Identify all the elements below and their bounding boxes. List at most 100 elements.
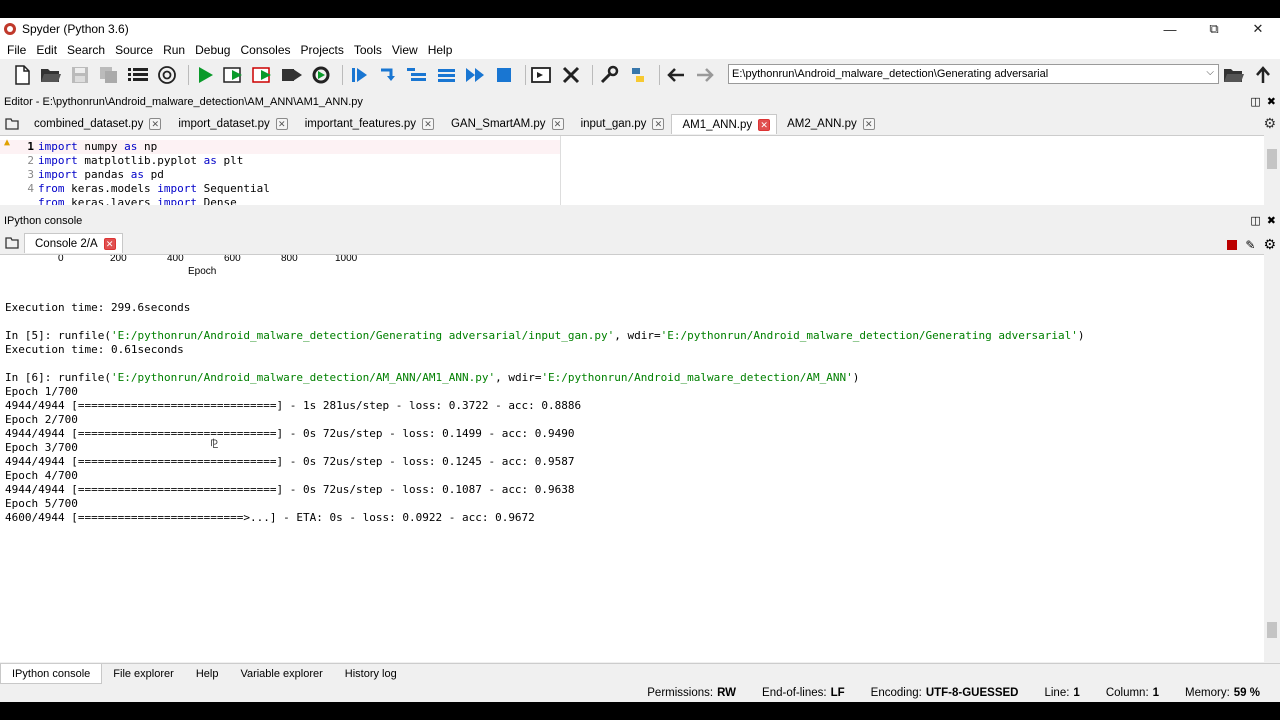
code-line[interactable]: 3 import pandas as pd <box>0 168 164 182</box>
editor-options-gear-icon[interactable]: ⚙ <box>1263 115 1276 132</box>
maximize-pane-icon[interactable] <box>530 64 554 86</box>
tab-console-2a[interactable]: Console 2/A ✕ <box>24 233 123 253</box>
close-pane-icon[interactable]: ✖ <box>1267 95 1276 108</box>
continue-icon[interactable] <box>463 64 487 86</box>
menu-view[interactable]: View <box>387 43 423 57</box>
menu-source[interactable]: Source <box>110 43 158 57</box>
status-memory: Memory: 59 % <box>1185 687 1260 699</box>
undock-icon[interactable]: ◫ <box>1250 95 1260 108</box>
editor-split-line <box>560 136 561 205</box>
close-tab-icon[interactable]: ✕ <box>758 118 771 131</box>
console-line: 4944/4944 [=============================… <box>5 399 582 412</box>
tab-variable-explorer[interactable]: Variable explorer <box>229 664 333 684</box>
run-cell-icon[interactable] <box>222 64 246 86</box>
run-selection-icon[interactable] <box>280 64 304 86</box>
maximize-button[interactable]: ⧉ <box>1192 18 1236 40</box>
console-scrollbar[interactable] <box>1264 254 1280 662</box>
menu-file[interactable]: File <box>2 43 31 57</box>
menu-search[interactable]: Search <box>62 43 110 57</box>
undock-icon[interactable]: ◫ <box>1250 214 1260 227</box>
stop-kernel-button[interactable] <box>1227 239 1238 250</box>
step-return-icon[interactable] <box>434 64 458 86</box>
stop-debug-icon[interactable] <box>492 64 516 86</box>
parent-directory-icon[interactable] <box>1251 64 1275 86</box>
axis-tick: 1000 <box>335 254 358 264</box>
tab-important-features[interactable]: important_features.py ✕ <box>295 114 441 134</box>
close-tab-icon[interactable]: ✕ <box>551 118 564 130</box>
menu-run[interactable]: Run <box>158 43 190 57</box>
save-all-icon[interactable] <box>97 64 121 86</box>
browse-tabs-icon[interactable] <box>0 114 24 134</box>
tab-file-explorer[interactable]: File explorer <box>102 664 185 684</box>
python-path-icon[interactable] <box>626 64 650 86</box>
console-line: Execution time: 299.6seconds <box>5 301 191 314</box>
debug-icon[interactable] <box>347 64 371 86</box>
editor-scrollbar[interactable] <box>1264 135 1280 205</box>
run-cell-advance-icon[interactable] <box>251 64 275 86</box>
minimize-button[interactable]: — <box>1148 18 1192 40</box>
close-tab-icon[interactable]: ✕ <box>149 118 162 130</box>
menu-consoles[interactable]: Consoles <box>235 43 295 57</box>
tab-help[interactable]: Help <box>185 664 230 684</box>
status-permissions: Permissions: RW <box>647 687 736 699</box>
open-folder-icon[interactable] <box>39 64 63 86</box>
working-directory-combobox[interactable]: E:\pythonrun\Android_malware_detection\G… <box>728 64 1219 84</box>
rerun-icon[interactable] <box>309 64 333 86</box>
axis-tick: 800 <box>281 254 298 264</box>
tab-am2-ann[interactable]: AM2_ANN.py ✕ <box>777 114 882 134</box>
tab-combined-dataset[interactable]: combined_dataset.py ✕ <box>24 114 168 134</box>
warning-icon[interactable]: ▲ <box>4 137 10 148</box>
tab-input-gan[interactable]: input_gan.py ✕ <box>571 114 672 134</box>
ipython-console-output[interactable]: 0 200 400 600 800 1000 Epoch Execution t… <box>0 254 1264 662</box>
code-line[interactable]: from keras.layers import Dense <box>0 196 237 205</box>
status-line: Line: 1 <box>1044 687 1079 699</box>
back-arrow-icon[interactable] <box>664 64 688 86</box>
code-text: pd <box>143 168 164 181</box>
close-tab-icon[interactable]: ✕ <box>275 118 288 130</box>
code-line[interactable]: 4 from keras.models import Sequential <box>0 182 269 196</box>
code-line[interactable]: 2 import matplotlib.pyplot as plt <box>0 154 243 168</box>
menu-tools[interactable]: Tools <box>349 43 387 57</box>
menu-projects[interactable]: Projects <box>296 43 349 57</box>
console-line: 4944/4944 [=============================… <box>5 427 575 440</box>
browse-tabs-icon[interactable] <box>0 233 24 253</box>
tab-am1-ann[interactable]: AM1_ANN.py ✕ <box>671 114 778 134</box>
close-button[interactable]: ✕ <box>1236 18 1280 40</box>
wrench-icon[interactable] <box>597 64 621 86</box>
close-pane-icon[interactable]: ✖ <box>1267 214 1276 227</box>
code-line[interactable]: 1 import numpy as np <box>0 140 560 154</box>
close-tab-icon[interactable]: ✕ <box>103 237 116 250</box>
at-symbol-icon[interactable] <box>155 64 179 86</box>
close-tab-icon[interactable]: ✕ <box>862 118 875 130</box>
tab-gan-smartam[interactable]: GAN_SmartAM.py ✕ <box>441 114 571 134</box>
step-icon[interactable] <box>376 64 400 86</box>
console-options-gear-icon[interactable]: ⚙ <box>1263 236 1276 253</box>
clear-console-icon[interactable]: ✎ <box>1245 238 1255 252</box>
tab-import-dataset[interactable]: import_dataset.py ✕ <box>168 114 294 134</box>
new-file-icon[interactable] <box>10 64 34 86</box>
scrollbar-thumb[interactable] <box>1267 149 1277 169</box>
forward-arrow-icon[interactable] <box>693 64 717 86</box>
menu-debug[interactable]: Debug <box>190 43 235 57</box>
save-icon[interactable] <box>68 64 92 86</box>
code-keyword: import <box>38 154 78 167</box>
close-tab-icon[interactable]: ✕ <box>652 118 665 130</box>
file-list-icon[interactable] <box>126 64 150 86</box>
working-directory-value: E:\pythonrun\Android_malware_detection\G… <box>732 68 1049 80</box>
console-string: 'E:/pythonrun/Android_malware_detection/… <box>110 329 615 342</box>
menu-help[interactable]: Help <box>423 43 458 57</box>
tab-ipython-console[interactable]: IPython console <box>0 663 103 684</box>
code-text: plt <box>216 154 244 167</box>
scrollbar-thumb[interactable] <box>1267 622 1277 638</box>
step-into-icon[interactable] <box>405 64 429 86</box>
chevron-down-icon[interactable]: ⌵ <box>1206 67 1214 78</box>
status-encoding: Encoding: UTF-8-GUESSED <box>871 687 1019 699</box>
close-tab-icon[interactable]: ✕ <box>421 118 434 130</box>
fullscreen-icon[interactable] <box>559 64 583 86</box>
code-editor[interactable]: 1 import numpy as np ▲ 2 import matplotlib… <box>0 135 1264 205</box>
browse-folder-icon[interactable] <box>1222 64 1246 86</box>
menu-edit[interactable]: Edit <box>31 43 62 57</box>
run-icon[interactable] <box>193 64 217 86</box>
tab-label: important_features.py <box>304 118 416 130</box>
tab-history-log[interactable]: History log <box>334 664 408 684</box>
